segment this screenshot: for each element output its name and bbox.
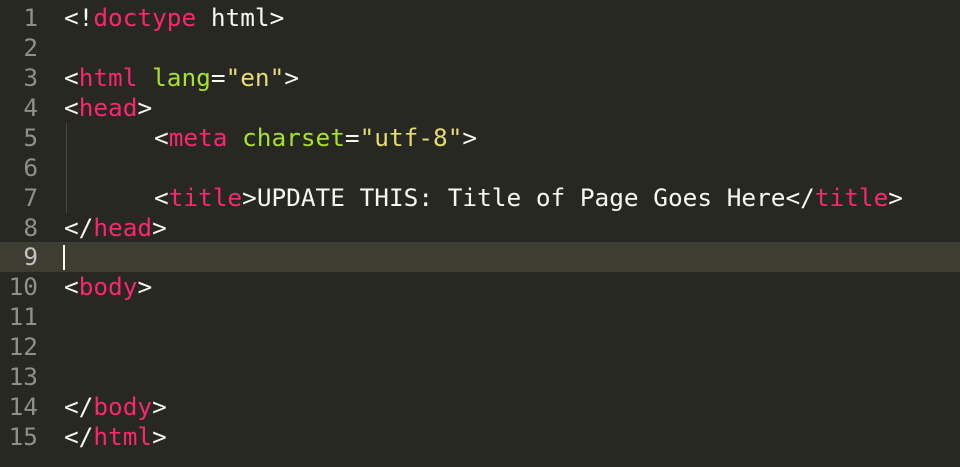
token-punctuation: < [64, 63, 79, 92]
code-line-7[interactable]: 7 <title>UPDATE THIS: Title of Page Goes… [0, 183, 960, 213]
token-punctuation: < [154, 123, 169, 152]
token-tag: body [93, 392, 153, 421]
token-tag: html [93, 422, 153, 451]
code-content[interactable]: <html lang="en"> [64, 63, 299, 93]
code-line-5[interactable]: 5 <meta charset="utf-8"> [0, 123, 960, 153]
code-editor[interactable]: 1 <!doctype html> 2 3 <html lang="en"> 4… [0, 0, 960, 467]
token-string: "en" [225, 63, 285, 92]
token-punctuation: < [64, 272, 79, 301]
token-text: html> [196, 3, 285, 32]
line-number: 10 [8, 272, 38, 301]
code-content[interactable]: </head> [64, 213, 167, 243]
code-line-4[interactable]: 4 <head> [0, 93, 960, 123]
token-punctuation: > [284, 63, 299, 92]
code-line-8[interactable]: 8 </head> [0, 213, 960, 243]
token-tag: meta [168, 123, 228, 152]
token-punctuation: </ [64, 213, 94, 242]
line-number: 3 [23, 63, 38, 92]
code-line-12[interactable]: 12 [0, 332, 960, 362]
line-number: 2 [23, 33, 38, 62]
code-line-9-active[interactable]: 9 [0, 242, 960, 272]
token-punctuation: </ [785, 183, 815, 212]
line-number: 14 [8, 392, 38, 421]
indent-guide [66, 123, 67, 153]
code-content[interactable]: <head> [64, 93, 152, 123]
line-number: 4 [23, 93, 38, 122]
line-number: 9 [23, 242, 38, 271]
code-content[interactable]: <meta charset="utf-8"> [154, 123, 477, 153]
text-cursor [63, 245, 65, 270]
code-line-1[interactable]: 1 <!doctype html> [0, 3, 960, 33]
token-punctuation: < [154, 183, 169, 212]
code-line-10[interactable]: 10 <body> [0, 272, 960, 302]
line-number: 1 [23, 3, 38, 32]
token-punctuation: < [64, 93, 79, 122]
token-punctuation: <! [64, 3, 94, 32]
code-line-14[interactable]: 14 </body> [0, 392, 960, 422]
line-number: 15 [8, 422, 38, 451]
code-line-3[interactable]: 3 <html lang="en"> [0, 63, 960, 93]
line-number: 13 [8, 362, 38, 391]
code-line-13[interactable]: 13 [0, 362, 960, 392]
token-punctuation: > [137, 93, 153, 122]
line-number: 7 [23, 183, 38, 212]
token-punctuation: > [242, 183, 257, 212]
indent-guide [66, 153, 67, 183]
line-number: 11 [8, 302, 38, 331]
token-tag: head [78, 93, 138, 122]
token-punctuation: > [152, 422, 167, 451]
line-number: 8 [23, 213, 38, 242]
indent-guide [66, 183, 67, 213]
token-tag: body [78, 272, 138, 301]
code-content[interactable]: <title>UPDATE THIS: Title of Page Goes H… [154, 183, 903, 213]
line-number: 5 [23, 123, 38, 152]
code-content[interactable]: <!doctype html> [64, 3, 284, 33]
line-number: 6 [23, 153, 38, 182]
token-punctuation: > [152, 392, 167, 421]
token-tag: title [814, 183, 889, 212]
token-punctuation: </ [64, 422, 94, 451]
token-attribute: charset [242, 123, 345, 152]
token-attribute: lang [152, 63, 211, 92]
line-number: 12 [8, 332, 38, 361]
token-punctuation: > [152, 213, 167, 242]
token-tag: title [168, 183, 243, 212]
token-punctuation: = [210, 63, 226, 92]
token-string: "utf-8" [359, 123, 463, 152]
code-content[interactable]: <body> [64, 272, 152, 302]
token-punctuation: </ [64, 392, 94, 421]
code-content[interactable]: </html> [64, 422, 167, 452]
token-punctuation: > [462, 123, 478, 152]
token-punctuation: = [344, 123, 360, 152]
token-tag: head [93, 213, 153, 242]
code-line-11[interactable]: 11 [0, 302, 960, 332]
token-punctuation: > [137, 272, 153, 301]
token-tag: html [78, 63, 138, 92]
code-line-6[interactable]: 6 [0, 153, 960, 183]
token-tag: doctype [93, 3, 197, 32]
token-text: UPDATE THIS: Title of Page Goes Here [256, 183, 786, 212]
code-content[interactable]: </body> [64, 392, 167, 422]
code-line-2[interactable]: 2 [0, 33, 960, 63]
code-line-15[interactable]: 15 </html> [0, 422, 960, 452]
token-punctuation: > [888, 183, 903, 212]
